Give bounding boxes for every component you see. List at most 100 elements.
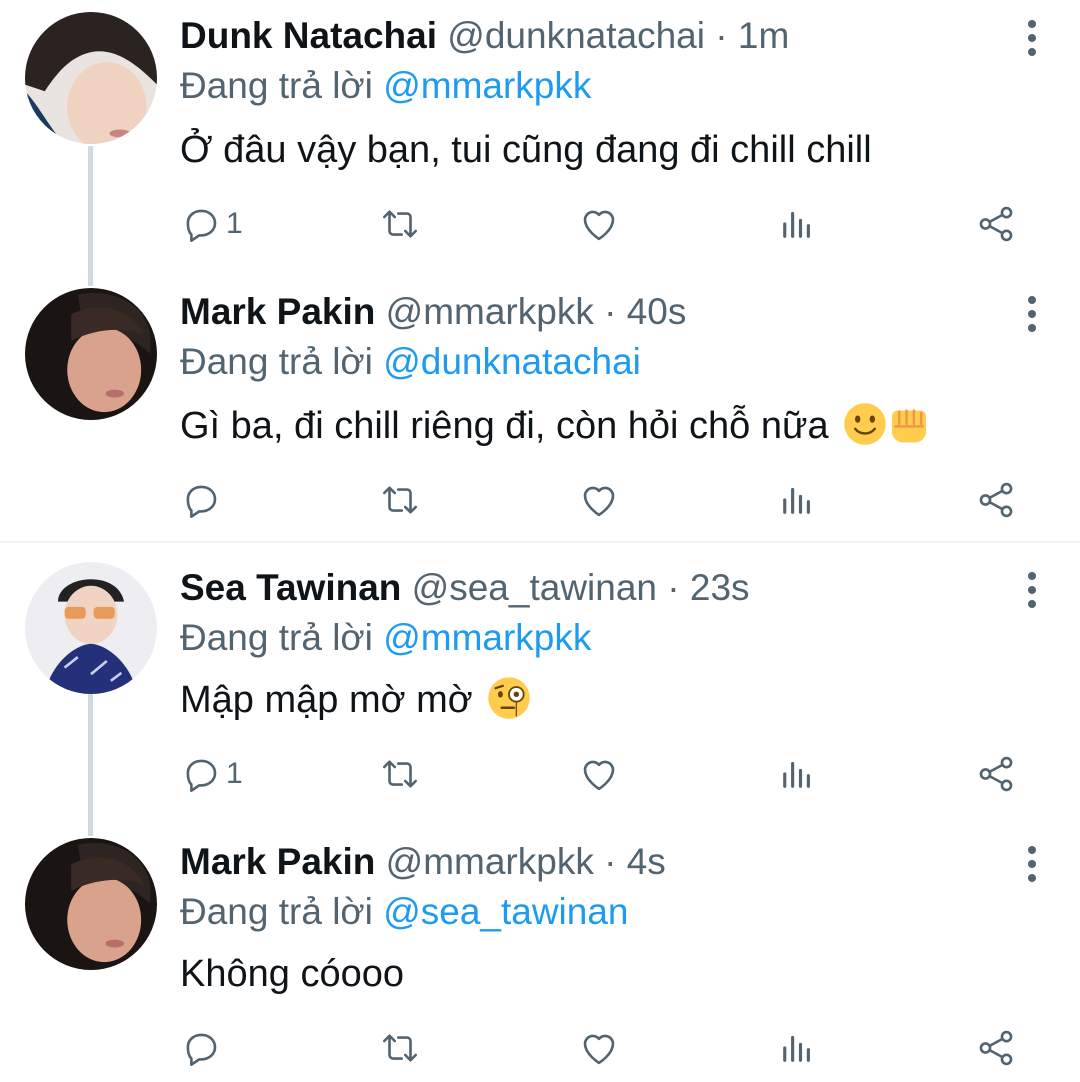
author-handle[interactable]: @sea_tawinan — [412, 567, 657, 608]
retweet-button[interactable] — [379, 744, 421, 804]
reply-button[interactable] — [180, 470, 226, 530]
face-with-monocle-emoji — [488, 677, 531, 719]
tweet[interactable]: Sea Tawinan @sea_tawinan · 23s Đang trả … — [0, 552, 1080, 826]
share-button[interactable] — [975, 194, 1017, 254]
action-bar: 1 — [0, 194, 1080, 254]
replying-to: Đang trả lời @mmarkpkk — [180, 616, 591, 660]
tweet[interactable]: Mark Pakin @mmarkpkk · 4s Đang trả lời @… — [0, 826, 1080, 1082]
thread-divider — [0, 541, 1080, 543]
action-bar — [0, 470, 1080, 530]
mention-link[interactable]: @mmarkpkk — [383, 617, 591, 658]
like-button[interactable] — [578, 194, 620, 254]
tweet-header: Mark Pakin @mmarkpkk · 4s — [180, 840, 666, 884]
timestamp[interactable]: 23s — [690, 567, 750, 608]
mention-link[interactable]: @dunknatachai — [383, 341, 641, 382]
timestamp[interactable]: 40s — [627, 291, 687, 332]
share-button[interactable] — [975, 470, 1017, 530]
like-button[interactable] — [578, 1018, 620, 1078]
tweet-header: Dunk Natachai @dunknatachai · 1m — [180, 14, 789, 58]
reply-button[interactable]: 1 — [180, 744, 243, 804]
avatar[interactable] — [25, 838, 157, 970]
avatar[interactable] — [25, 288, 157, 420]
fist-bump-emoji — [892, 409, 927, 443]
analytics-button[interactable] — [776, 744, 818, 804]
analytics-button[interactable] — [776, 470, 818, 530]
retweet-icon — [379, 203, 421, 245]
reply-button[interactable] — [180, 1018, 226, 1078]
separator: · — [715, 15, 728, 56]
more-icon[interactable] — [1026, 572, 1038, 608]
reply-icon — [180, 479, 222, 521]
like-button[interactable] — [578, 470, 620, 530]
avatar[interactable] — [25, 12, 157, 144]
action-bar: 1 — [0, 744, 1080, 804]
mention-link[interactable]: @sea_tawinan — [383, 891, 628, 932]
reply-icon — [180, 1027, 222, 1069]
tweet-text: Mập mập mờ mờ — [180, 676, 531, 724]
more-icon[interactable] — [1026, 20, 1038, 56]
timestamp[interactable]: 1m — [738, 15, 789, 56]
action-bar — [0, 1018, 1080, 1078]
like-button[interactable] — [578, 744, 620, 804]
more-icon[interactable] — [1026, 846, 1038, 882]
share-button[interactable] — [975, 1018, 1017, 1078]
slightly-smiling-face-emoji — [844, 403, 886, 445]
replying-label: Đang trả lời — [180, 891, 373, 932]
retweet-icon — [379, 753, 421, 795]
avatar[interactable] — [25, 562, 157, 694]
analytics-icon — [776, 203, 818, 245]
author-name[interactable]: Dunk Natachai — [180, 15, 437, 56]
separator: · — [604, 841, 617, 882]
reply-icon — [180, 753, 222, 795]
like-icon — [578, 203, 620, 245]
mention-link[interactable]: @mmarkpkk — [383, 65, 591, 106]
analytics-icon — [776, 753, 818, 795]
like-icon — [578, 479, 620, 521]
retweet-button[interactable] — [379, 1018, 421, 1078]
tweet[interactable]: Mark Pakin @mmarkpkk · 40s Đang trả lời … — [0, 276, 1080, 542]
tweet[interactable]: Dunk Natachai @dunknatachai · 1m Đang tr… — [0, 0, 1080, 276]
analytics-icon — [776, 479, 818, 521]
tweet-text-body: Gì ba, đi chill riêng đi, còn hỏi chỗ nữ… — [180, 405, 829, 447]
replying-label: Đang trả lời — [180, 341, 373, 382]
share-icon — [975, 1027, 1017, 1069]
like-icon — [578, 1027, 620, 1069]
author-handle[interactable]: @mmarkpkk — [386, 841, 594, 882]
author-name[interactable]: Mark Pakin — [180, 841, 375, 882]
reply-button[interactable]: 1 — [180, 194, 243, 254]
analytics-button[interactable] — [776, 194, 818, 254]
replying-label: Đang trả lời — [180, 65, 373, 106]
replying-to: Đang trả lời @mmarkpkk — [180, 64, 591, 108]
share-button[interactable] — [975, 744, 1017, 804]
like-icon — [578, 753, 620, 795]
tweet-text: Ở đâu vậy bạn, tui cũng đang đi chill ch… — [180, 129, 872, 171]
reply-count: 1 — [226, 207, 243, 240]
retweet-button[interactable] — [379, 194, 421, 254]
replying-to: Đang trả lời @dunknatachai — [180, 340, 641, 384]
tweet-header: Sea Tawinan @sea_tawinan · 23s — [180, 566, 750, 610]
analytics-icon — [776, 1027, 818, 1069]
reply-count: 1 — [226, 757, 243, 790]
more-icon[interactable] — [1026, 296, 1038, 332]
retweet-button[interactable] — [379, 470, 421, 530]
reply-icon — [180, 203, 222, 245]
tweet-text: Gì ba, đi chill riêng đi, còn hỏi chỗ nữ… — [180, 402, 931, 450]
separator: · — [667, 567, 680, 608]
author-handle[interactable]: @dunknatachai — [447, 15, 705, 56]
share-icon — [975, 479, 1017, 521]
share-icon — [975, 753, 1017, 795]
tweet-text-body: Mập mập mờ mờ — [180, 679, 473, 721]
share-icon — [975, 203, 1017, 245]
analytics-button[interactable] — [776, 1018, 818, 1078]
tweet-header: Mark Pakin @mmarkpkk · 40s — [180, 290, 686, 334]
tweet-text: Không cóooo — [180, 953, 404, 995]
author-handle[interactable]: @mmarkpkk — [386, 291, 594, 332]
replying-to: Đang trả lời @sea_tawinan — [180, 890, 629, 934]
author-name[interactable]: Mark Pakin — [180, 291, 375, 332]
author-name[interactable]: Sea Tawinan — [180, 567, 401, 608]
retweet-icon — [379, 1027, 421, 1069]
replying-label: Đang trả lời — [180, 617, 373, 658]
separator: · — [604, 291, 617, 332]
timestamp[interactable]: 4s — [627, 841, 666, 882]
retweet-icon — [379, 479, 421, 521]
